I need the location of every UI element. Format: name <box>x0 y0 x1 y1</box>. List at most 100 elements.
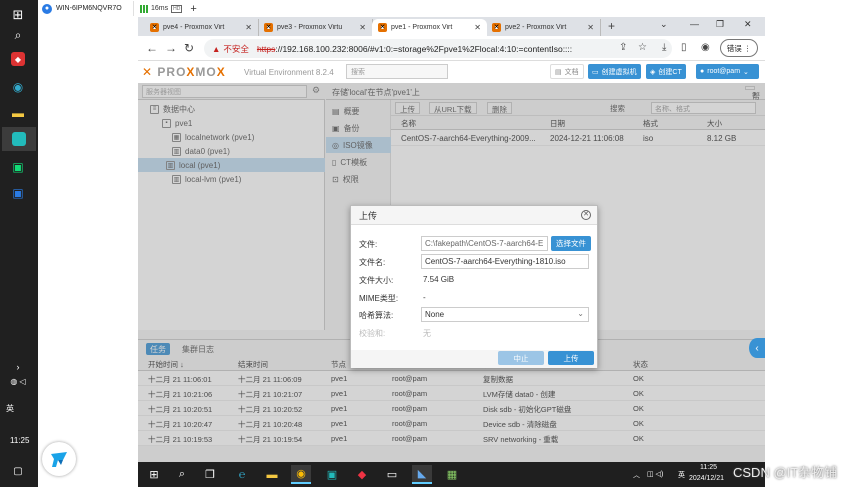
close-window-icon[interactable]: ✕ <box>744 19 752 30</box>
proxmox-favicon: ✕ <box>378 23 387 32</box>
url-scheme: https <box>256 43 276 54</box>
search-input[interactable]: 搜索 <box>346 64 448 79</box>
upload-button[interactable]: 上传 <box>548 351 594 365</box>
left-dock: ⊞ ⌕ ◆ ◉ ▬ ▣ ▣ › ◍ ◁ 英 11:25 ▢ <box>0 0 38 487</box>
tab-title: pve4 - Proxmox Virt <box>163 24 225 31</box>
image-app-icon[interactable]: ▦ <box>442 465 462 484</box>
maximize-icon[interactable]: ❐ <box>716 19 724 30</box>
search-icon[interactable]: ⌕ <box>172 465 192 484</box>
windows-icon[interactable]: ⊞ <box>9 6 27 24</box>
filename-field[interactable]: CentOS-7-aarch64-Everything-1810.iso <box>421 254 589 269</box>
tab-pve2[interactable]: ✕ pve2 - Proxmox Virt ✕ <box>486 19 601 36</box>
user-icon: ● <box>700 68 705 75</box>
reload-icon[interactable]: ↻ <box>184 41 194 55</box>
excel-icon[interactable]: ▣ <box>9 158 27 176</box>
hash-row: 哈希算法: None ⌄ <box>359 307 591 322</box>
filesize-label: 文件大小: <box>359 276 394 285</box>
lang-indicator[interactable]: 英 <box>6 403 14 414</box>
choose-file-button[interactable]: 选择文件 <box>551 236 591 251</box>
abort-button[interactable]: 中止 <box>498 351 544 365</box>
dock-clock: 11:25 <box>10 436 30 445</box>
proxmox-favicon: ✕ <box>150 23 159 32</box>
checksum-row: 校验和: 无 <box>359 325 591 340</box>
pve-version: Virtual Environment 8.2.4 <box>244 68 334 77</box>
remote-app-icon[interactable] <box>2 127 36 151</box>
more-icon: ⋮ <box>743 43 752 53</box>
file-label: 文件: <box>359 240 378 249</box>
signal-icon <box>140 4 148 13</box>
close-icon[interactable]: ✕ <box>474 23 481 32</box>
folder-icon[interactable]: ▬ <box>262 465 282 484</box>
chrome-icon[interactable]: ◉ <box>291 465 311 484</box>
checksum-label: 校验和: <box>359 329 386 338</box>
tab-strip: ✕ pve4 - Proxmox Virt ✕ ✕ pve3 - Proxmox… <box>138 17 765 36</box>
create-ct-label: 创建CT <box>658 68 682 76</box>
new-tab-button[interactable]: + <box>608 19 615 33</box>
edge-icon[interactable]: ℮ <box>232 465 252 484</box>
bookmark-star-icon[interactable]: ☆ <box>638 42 647 53</box>
error-button[interactable]: 错误 ⋮ <box>720 39 758 57</box>
create-vm-button[interactable]: ▭ 创建虚拟机 <box>588 64 641 79</box>
proxmox-favicon: ✕ <box>264 23 273 32</box>
url-text: ://192.168.100.232:8006/#v1:0:=storage%2… <box>275 43 573 54</box>
download-icon[interactable]: ⤓ <box>662 42 666 53</box>
not-secure-label[interactable]: 不安全 <box>223 43 249 55</box>
host-tab[interactable]: ● WIN-6IPM6NQVR7O <box>38 1 134 16</box>
tray-icons[interactable]: ◍ ◁ <box>9 372 27 390</box>
docs-button[interactable]: ▤ 文档 <box>550 64 584 79</box>
close-icon[interactable]: ✕ <box>587 23 594 32</box>
red-app-icon[interactable]: ◆ <box>352 465 372 484</box>
search-icon[interactable]: ⌕ <box>9 26 27 44</box>
word-icon[interactable]: ▣ <box>9 184 27 202</box>
hash-select[interactable]: None ⌄ <box>421 307 589 322</box>
user-menu-button[interactable]: ● root@pam ⌄ <box>696 64 759 79</box>
tab-pve3[interactable]: ✕ pve3 - Proxmox Virtu ✕ <box>258 19 373 36</box>
close-icon[interactable]: ✕ <box>581 210 591 220</box>
error-label: 错误 <box>726 43 742 53</box>
remote-app-icon[interactable]: ▣ <box>322 465 342 484</box>
filename-label: 文件名: <box>359 258 386 267</box>
tab-title: pve2 - Proxmox Virt <box>505 24 567 31</box>
sidebar-icon[interactable]: ▯ <box>681 42 687 53</box>
signal-indicator: 16ms HD <box>140 4 183 13</box>
forward-icon[interactable]: → <box>165 41 177 55</box>
mime-value: - <box>423 293 426 302</box>
edge-icon[interactable]: ◉ <box>9 78 27 96</box>
tab-search-icon[interactable]: ⌄ <box>660 19 668 30</box>
profile-icon[interactable]: ◉ <box>701 42 710 53</box>
notification-icon[interactable]: ▢ <box>9 462 27 480</box>
tab-pve4[interactable]: ✕ pve4 - Proxmox Virt ✕ <box>144 19 259 36</box>
file-path-field[interactable]: C:\fakepath\CentOS-7-aarch64-E <box>421 236 548 251</box>
create-vm-label: 创建虚拟机 <box>601 68 637 76</box>
lang-indicator[interactable]: 英 <box>678 470 685 480</box>
back-icon[interactable]: ← <box>146 41 158 55</box>
dialog-title: 上传 <box>359 210 378 221</box>
start-icon[interactable]: ⊞ <box>144 465 164 484</box>
collapse-panel-icon[interactable]: ‹ <box>749 338 765 358</box>
vscode-icon[interactable]: ◣ <box>412 465 432 484</box>
terminal-icon[interactable]: ▭ <box>382 465 402 484</box>
close-icon[interactable]: ✕ <box>359 23 366 32</box>
taskbar-time: 11:25 <box>700 464 717 471</box>
task-view-icon[interactable]: ❐ <box>200 465 220 484</box>
app-red-icon[interactable]: ◆ <box>11 52 25 66</box>
create-ct-button[interactable]: ◈ 创建CT <box>646 64 686 79</box>
filename-row: 文件名: CentOS-7-aarch64-Everything-1810.is… <box>359 254 591 269</box>
warning-icon: ▲ <box>212 43 221 54</box>
file-row: 文件: C:\fakepath\CentOS-7-aarch64-E 选择文件 <box>359 236 591 251</box>
tray-icons[interactable]: ◫ ◁) <box>647 470 663 478</box>
share-icon[interactable]: ⇪ <box>619 42 627 53</box>
remote-host-bar: ● WIN-6IPM6NQVR7O 16ms HD + <box>0 0 865 17</box>
address-bar[interactable]: ▲ 不安全 https ://192.168.100.232:8006/#v1:… <box>204 39 672 58</box>
tray-chevron-icon[interactable]: ︿ <box>633 470 640 480</box>
tab-pve1[interactable]: ✕ pve1 - Proxmox Virt ✕ <box>372 19 487 36</box>
new-host-tab-button[interactable]: + <box>190 3 196 15</box>
floating-app-icon[interactable] <box>42 442 76 476</box>
folder-icon[interactable]: ▬ <box>9 104 27 122</box>
close-icon[interactable]: ✕ <box>245 23 252 32</box>
hash-value: None <box>425 310 445 319</box>
minimize-icon[interactable]: — <box>690 19 699 29</box>
pve-header: ✕ PROXMOX Virtual Environment 8.2.4 搜索 ▤… <box>138 61 765 83</box>
book-icon: ▤ <box>555 68 562 76</box>
upload-dialog: 上传 ✕ 文件: C:\fakepath\CentOS-7-aarch64-E … <box>350 205 598 368</box>
